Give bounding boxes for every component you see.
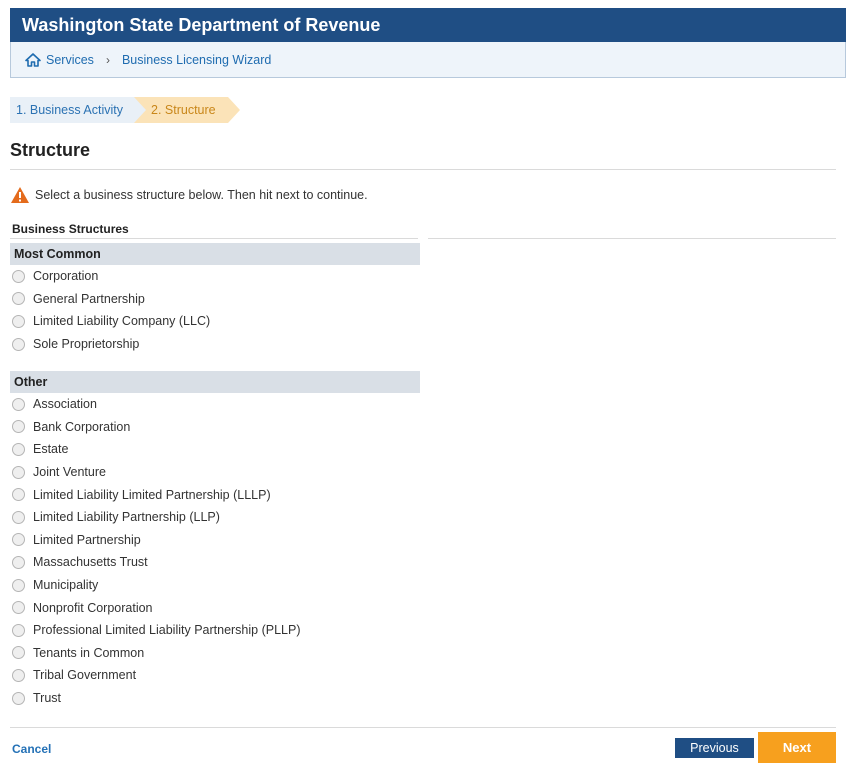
radio-label[interactable]: Estate xyxy=(33,442,68,456)
radio-button[interactable] xyxy=(12,691,25,705)
radio-label[interactable]: Trust xyxy=(33,691,61,705)
radio-button[interactable] xyxy=(12,578,25,592)
radio-label[interactable]: Nonprofit Corporation xyxy=(33,601,153,615)
page-title: Structure xyxy=(10,140,91,160)
breadcrumb-services[interactable]: Services xyxy=(46,53,94,67)
radio-option[interactable]: Joint Venture xyxy=(12,461,301,484)
step-business-activity[interactable]: 1. Business Activity xyxy=(10,97,146,123)
radio-button[interactable] xyxy=(12,510,25,524)
group-heading-most-common: Most Common xyxy=(10,243,420,265)
business-structures-label: Business Structures xyxy=(12,222,129,236)
title-divider xyxy=(10,169,836,170)
radio-label[interactable]: Municipality xyxy=(33,578,98,592)
next-button[interactable]: Next xyxy=(758,732,836,763)
radio-button[interactable] xyxy=(12,292,25,306)
radio-option[interactable]: General Partnership xyxy=(12,288,210,311)
radio-option[interactable]: Trust xyxy=(12,687,301,710)
radio-button[interactable] xyxy=(12,555,25,569)
radio-button[interactable] xyxy=(12,269,25,283)
radio-option[interactable]: Sole Proprietorship xyxy=(12,333,210,356)
radio-option[interactable]: Massachusetts Trust xyxy=(12,551,301,574)
radio-button[interactable] xyxy=(12,533,25,547)
radio-button[interactable] xyxy=(12,623,25,637)
section-divider xyxy=(428,238,836,239)
radio-option[interactable]: Limited Partnership xyxy=(12,529,301,552)
radio-option[interactable]: Limited Liability Limited Partnership (L… xyxy=(12,483,301,506)
radio-label[interactable]: Professional Limited Liability Partnersh… xyxy=(33,623,301,637)
radio-option[interactable]: Professional Limited Liability Partnersh… xyxy=(12,619,301,642)
breadcrumb-business-licensing-wizard[interactable]: Business Licensing Wizard xyxy=(122,53,271,67)
radio-button[interactable] xyxy=(12,442,25,456)
group-heading-other: Other xyxy=(10,371,420,393)
radio-option[interactable]: Corporation xyxy=(12,265,210,288)
previous-button[interactable]: Previous xyxy=(675,738,754,758)
home-icon[interactable] xyxy=(25,52,41,67)
radio-button[interactable] xyxy=(12,337,25,351)
radio-option[interactable]: Estate xyxy=(12,438,301,461)
radio-label[interactable]: Limited Liability Limited Partnership (L… xyxy=(33,488,271,502)
radio-option[interactable]: Limited Liability Company (LLC) xyxy=(12,310,210,333)
radio-label[interactable]: Limited Liability Company (LLC) xyxy=(33,314,210,328)
radio-label[interactable]: Sole Proprietorship xyxy=(33,337,139,351)
radio-label[interactable]: Corporation xyxy=(33,269,98,283)
radio-label[interactable]: Joint Venture xyxy=(33,465,106,479)
cancel-link[interactable]: Cancel xyxy=(12,742,51,756)
radio-option[interactable]: Tribal Government xyxy=(12,664,301,687)
radio-button[interactable] xyxy=(12,601,25,615)
radio-button[interactable] xyxy=(12,420,25,434)
radio-label[interactable]: Bank Corporation xyxy=(33,420,130,434)
radio-label[interactable]: Limited Partnership xyxy=(33,533,141,547)
radio-button[interactable] xyxy=(12,646,25,660)
radio-label[interactable]: Tribal Government xyxy=(33,668,136,682)
radio-button[interactable] xyxy=(12,314,25,328)
radio-button[interactable] xyxy=(12,488,25,502)
instruction-notice: Select a business structure below. Then … xyxy=(10,186,368,204)
section-divider xyxy=(10,238,418,239)
radio-label[interactable]: Association xyxy=(33,397,97,411)
radio-label[interactable]: Massachusetts Trust xyxy=(33,555,148,569)
breadcrumb: Services › Business Licensing Wizard xyxy=(10,42,846,78)
notice-text: Select a business structure below. Then … xyxy=(35,188,368,202)
radio-label[interactable]: General Partnership xyxy=(33,292,145,306)
footer-divider xyxy=(10,727,836,728)
radio-option[interactable]: Municipality xyxy=(12,574,301,597)
radio-button[interactable] xyxy=(12,668,25,682)
radio-option[interactable]: Bank Corporation xyxy=(12,416,301,439)
breadcrumb-separator: › xyxy=(105,52,110,67)
radio-label[interactable]: Limited Liability Partnership (LLP) xyxy=(33,510,220,524)
other-options: Association Bank Corporation Estate Joint V… xyxy=(12,393,301,709)
warning-icon xyxy=(10,186,30,204)
site-title: Washington State Department of Revenue xyxy=(22,15,381,35)
radio-button[interactable] xyxy=(12,465,25,479)
wizard-steps: 1. Business Activity 2. Structure xyxy=(10,97,240,123)
radio-button[interactable] xyxy=(12,397,25,411)
step-structure: 2. Structure xyxy=(134,97,240,123)
most-common-options: Corporation General Partnership Limited Li… xyxy=(12,265,210,355)
page-header: Washington State Department of Revenue xyxy=(10,8,846,42)
radio-label[interactable]: Tenants in Common xyxy=(33,646,144,660)
radio-option[interactable]: Limited Liability Partnership (LLP) xyxy=(12,506,301,529)
radio-option[interactable]: Tenants in Common xyxy=(12,642,301,665)
radio-option[interactable]: Association xyxy=(12,393,301,416)
radio-option[interactable]: Nonprofit Corporation xyxy=(12,596,301,619)
